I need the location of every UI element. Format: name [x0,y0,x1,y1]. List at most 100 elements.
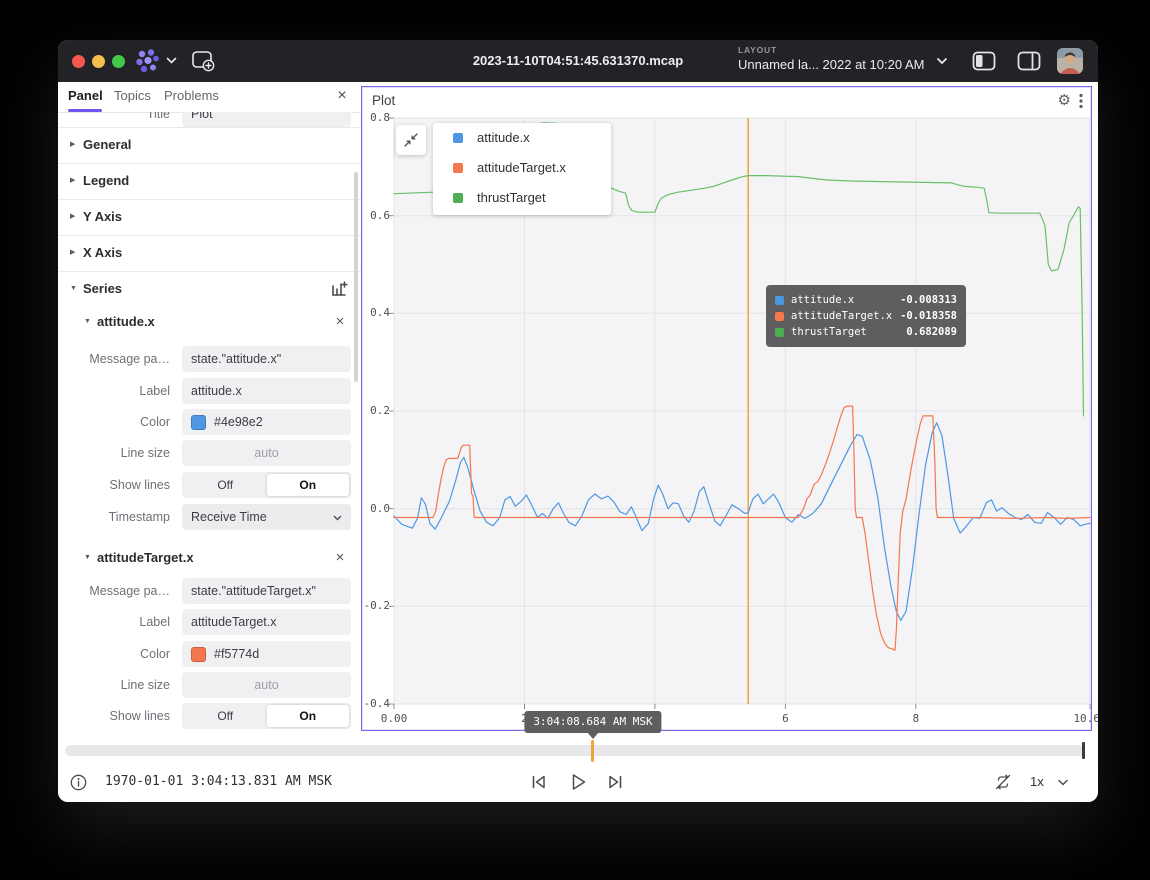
title-field-label: Title [58,112,170,127]
minimize-window-button[interactable] [92,55,105,68]
message-path-input[interactable]: state."attitude.x" [182,346,351,372]
section-general[interactable]: ▶ General [58,127,361,163]
y-tick-label: 0.0 [362,502,390,515]
data-source-chevron-icon[interactable] [166,57,177,64]
seek-forward-button[interactable] [606,762,625,802]
layout-menu[interactable]: LAYOUT Unnamed la... 2022 at 10:20 AM [738,45,958,72]
y-tick-label: 0.4 [362,306,390,319]
chevron-right-icon: ▶ [70,127,75,163]
section-x-axis[interactable]: ▶ X Axis [58,235,361,271]
section-series[interactable]: ▼ Series [58,271,361,307]
titlebar: 2023-11-10T04:51:45.631370.mcap LAYOUT U… [58,40,1098,82]
section-y-axis[interactable]: ▶ Y Axis [58,199,361,235]
seek-backward-button[interactable] [529,762,548,802]
toggle-left-sidebar-icon[interactable] [972,51,996,71]
playhead-marker[interactable] [591,740,594,762]
play-button[interactable] [568,762,588,802]
section-legend[interactable]: ▶ Legend [58,163,361,199]
chevron-right-icon: ▶ [70,163,75,199]
tab-problems[interactable]: Problems [164,82,219,109]
show-lines-on-button[interactable]: On [267,474,350,496]
layout-chevron-icon[interactable] [936,57,948,65]
scrolled-title-row: Title Plot [58,112,361,127]
show-lines-toggle: Off On [182,703,351,729]
info-icon[interactable] [70,774,87,791]
message-path-input[interactable]: state."attitudeTarget.x" [182,578,351,604]
tooltip-row: attitudeTarget.x -0.018358 [775,308,957,324]
scrubber-end-marker [1082,742,1085,759]
layout-name: Unnamed la... 2022 at 10:20 AM [738,57,958,72]
series-label-input[interactable]: attitude.x [182,378,351,404]
app-window: 2023-11-10T04:51:45.631370.mcap LAYOUT U… [58,40,1098,802]
series-color-swatch [775,328,784,337]
message-path-label: Message pa… [58,578,170,604]
remove-series-icon[interactable]: × [329,547,351,569]
panel-settings-sidebar: Panel Topics Problems × Title Plot ▶ Gen… [58,82,361,742]
show-lines-on-button[interactable]: On [267,705,350,727]
plot-panel: Plot ⚙ 0.80.60.40.20.0-0.2-0.4 0.0024681… [361,86,1092,731]
sidebar-scrollbar[interactable] [354,172,358,382]
series-attitudetarget-x-header[interactable]: ▼ attitudeTarget.x × [58,543,361,573]
hover-values-tooltip: attitude.x -0.008313 attitudeTarget.x -0… [766,285,966,347]
x-axis-tick-labels: 0.00246810.67 [394,712,1090,726]
panel-settings-gear-icon[interactable]: ⚙ [1058,89,1071,113]
zoom-window-button[interactable] [112,55,125,68]
tab-panel[interactable]: Panel [68,82,103,109]
tooltip-row: attitude.x -0.008313 [775,292,957,308]
timestamp-select[interactable]: Receive Time [182,504,351,530]
x-tick-label: 8 [913,712,920,725]
add-series-icon[interactable] [331,280,348,297]
current-timestamp: 1970-01-01 3:04:13.831 AM MSK [105,762,332,802]
scrub-tooltip-caret [587,732,599,739]
color-input[interactable]: #4e98e2 [182,409,351,435]
panel-menu-kebab-icon[interactable] [1079,93,1083,109]
color-label: Color [58,409,170,435]
series-color-swatch [453,133,463,143]
user-avatar[interactable] [1057,48,1083,74]
color-input[interactable]: #f5774d [182,641,351,667]
tooltip-row: thrustTarget 0.682089 [775,324,957,340]
show-lines-label: Show lines [58,472,170,498]
x-tick-label: 10.67 [1073,712,1098,725]
chevron-down-icon: ▼ [84,307,91,337]
show-lines-off-button[interactable]: Off [184,474,267,496]
line-size-input[interactable]: auto [182,440,351,466]
chevron-right-icon: ▶ [70,235,75,271]
y-tick-label: 0.8 [362,111,390,124]
collapse-arrows-icon [402,131,420,149]
legend-item[interactable]: thrustTarget [433,183,611,213]
add-panel-icon[interactable] [191,50,215,72]
y-tick-label: 0.6 [362,209,390,222]
legend-item[interactable]: attitude.x [433,123,611,153]
line-size-label: Line size [58,672,170,698]
show-lines-toggle: Off On [182,472,351,498]
sidebar-tabs: Panel Topics Problems × [58,82,361,113]
color-swatch[interactable] [191,647,206,662]
repeat-off-icon[interactable] [994,762,1012,802]
series-label-input[interactable]: attitudeTarget.x [182,609,351,635]
y-tick-label: 0.2 [362,404,390,417]
playback-scrubber[interactable] [65,745,1085,756]
show-lines-off-button[interactable]: Off [184,705,267,727]
color-label: Color [58,641,170,667]
line-size-input[interactable]: auto [182,672,351,698]
remove-series-icon[interactable]: × [329,311,351,333]
speed-chevron-icon[interactable] [1058,779,1068,786]
playback-speed[interactable]: 1x [1030,762,1044,802]
message-path-label: Message pa… [58,346,170,372]
color-swatch[interactable] [191,415,206,430]
y-tick-label: -0.4 [362,697,390,710]
series-attitude-x-header[interactable]: ▼ attitude.x × [58,307,361,337]
close-sidebar-icon[interactable]: × [331,85,353,107]
legend-item[interactable]: attitudeTarget.x [433,153,611,183]
panel-title-input[interactable]: Plot [182,112,351,127]
collapse-legend-button[interactable] [396,125,426,155]
label-label: Label [58,378,170,404]
chevron-down-icon: ▼ [70,271,77,307]
series-color-swatch [775,312,784,321]
tab-topics[interactable]: Topics [114,82,151,109]
plot-legend: attitude.x attitudeTarget.x thrustTarget [433,123,611,215]
toggle-right-sidebar-icon[interactable] [1017,51,1041,71]
close-window-button[interactable] [72,55,85,68]
foxglove-logo-icon [134,48,162,74]
